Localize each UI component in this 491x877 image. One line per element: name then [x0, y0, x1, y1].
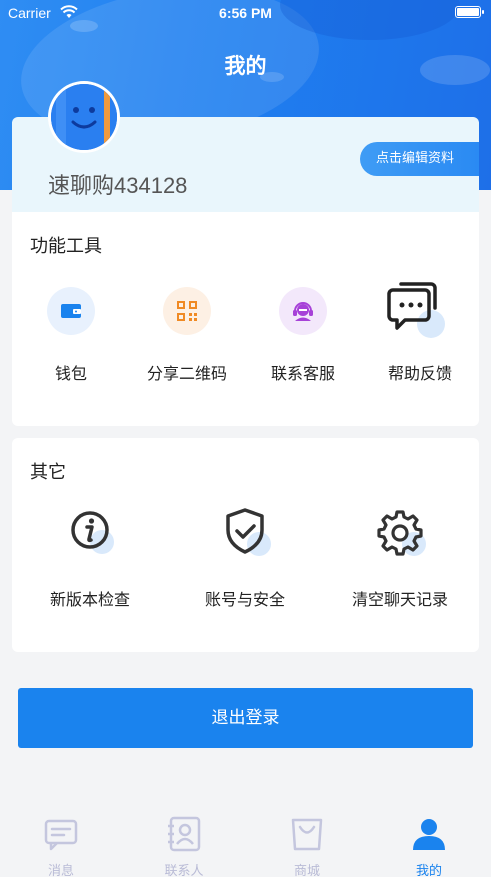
- shopping-bag-icon: [291, 818, 323, 851]
- account-security-label: 账号与安全: [204, 590, 285, 609]
- other-title: 其它: [30, 462, 66, 483]
- username: 速聊购434128: [48, 173, 188, 198]
- smiley-bag-icon: [51, 84, 117, 150]
- customer-service-label: 联系客服: [270, 364, 335, 383]
- gear-icon: [377, 510, 426, 556]
- tools-card: 功能工具 钱包 分享二维码 联系客服 帮助反馈: [12, 212, 479, 426]
- user-icon: [413, 819, 445, 850]
- tab-bar: 消息 联系人 商城 我的: [0, 808, 491, 877]
- customer-service-icon: [279, 287, 327, 335]
- avatar[interactable]: [48, 81, 120, 153]
- status-bar: Carrier 6:56 PM: [0, 0, 491, 26]
- page-title: 我的: [224, 54, 267, 78]
- battery-icon: [455, 6, 484, 18]
- message-icon: [44, 819, 78, 851]
- clock: 6:56 PM: [219, 5, 272, 21]
- shield-check-icon: [226, 508, 271, 556]
- wallet-label: 钱包: [54, 364, 87, 383]
- other-card: 其它 新版本检查 账号与安全 清空聊天记录: [12, 438, 479, 652]
- tab-contacts-label: 联系人: [164, 864, 204, 877]
- tools-title: 功能工具: [30, 236, 102, 257]
- tab-mall-label: 商城: [293, 864, 320, 877]
- edit-profile-button[interactable]: 点击编辑资料: [360, 142, 479, 176]
- wallet-icon: [47, 287, 95, 335]
- tab-messages-label: 消息: [47, 864, 74, 877]
- qrcode-icon: [163, 287, 211, 335]
- tab-mine-label: 我的: [415, 864, 442, 877]
- help-feedback-label: 帮助反馈: [387, 364, 452, 383]
- check-version-label: 新版本检查: [49, 590, 130, 609]
- feedback-chat-icon: [387, 282, 445, 338]
- share-qrcode-label: 分享二维码: [146, 364, 227, 383]
- logout-button[interactable]: 退出登录: [18, 688, 473, 748]
- info-icon: [71, 511, 114, 554]
- clear-chat-history-label: 清空聊天记录: [351, 590, 448, 609]
- contacts-icon: [168, 816, 201, 852]
